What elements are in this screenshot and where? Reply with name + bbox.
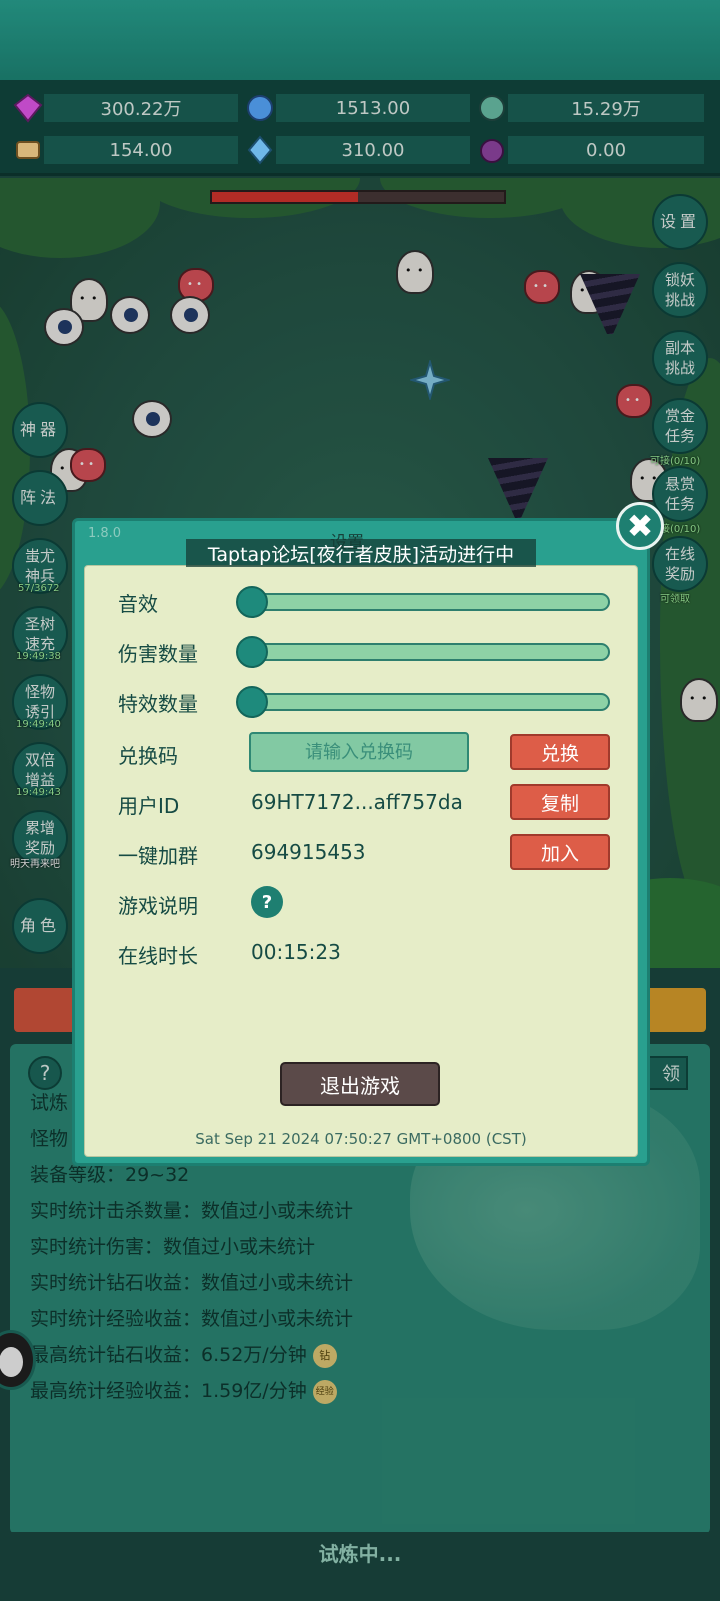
damage-slider-knob[interactable] — [236, 636, 268, 668]
effect-count-label: 特效数量 — [118, 692, 198, 716]
exit-game-button[interactable]: 退出游戏 — [280, 1062, 440, 1106]
join-button-label: 加入 — [540, 842, 579, 865]
potion-icon — [480, 139, 504, 163]
game-guide-help-icon[interactable]: ? — [251, 886, 283, 918]
event-banner: Taptap论坛[夜行者皮肤]活动进行中 — [186, 539, 536, 567]
damage-slider-track[interactable] — [250, 643, 610, 661]
online-time-value: 00:15:23 — [251, 940, 341, 964]
redeem-button[interactable]: 兑换 — [510, 734, 610, 770]
effect-count-slider[interactable] — [236, 686, 610, 718]
version-label: 1.8.0 — [88, 526, 122, 541]
user-id-value: 69HT7172...aff757da — [251, 790, 463, 814]
damage-count-label: 伤害数量 — [118, 642, 198, 666]
sound-slider-knob[interactable] — [236, 586, 268, 618]
online-time-label: 在线时长 — [118, 944, 198, 968]
redeem-code-label: 兑换码 — [118, 744, 178, 768]
join-group-label: 一键加群 — [118, 844, 198, 868]
redeem-button-label: 兑换 — [540, 742, 579, 765]
copy-button[interactable]: 复制 — [510, 784, 610, 820]
help-icon-glyph: ? — [261, 891, 273, 913]
sound-slider[interactable] — [236, 586, 610, 618]
copy-button-label: 复制 — [540, 792, 579, 815]
crystal-icon — [247, 95, 273, 121]
sound-label: 音效 — [118, 592, 158, 616]
close-button[interactable]: ✖ — [616, 502, 664, 550]
scroll-icon — [16, 141, 40, 159]
game-guide-label: 游戏说明 — [118, 894, 198, 918]
diamond-icon — [13, 93, 43, 123]
group-number-value: 694915453 — [251, 840, 366, 864]
datetime-text: Sat Sep 21 2024 07:50:27 GMT+0800 (CST) — [195, 1130, 527, 1148]
exit-game-label: 退出游戏 — [320, 1073, 400, 1098]
join-button[interactable]: 加入 — [510, 834, 610, 870]
user-id-label: 用户ID — [118, 794, 180, 818]
shard-icon — [247, 135, 273, 165]
redeem-code-input[interactable] — [249, 732, 469, 772]
sound-slider-track[interactable] — [250, 593, 610, 611]
effect-slider-knob[interactable] — [236, 686, 268, 718]
orb-icon — [479, 95, 505, 121]
damage-count-slider[interactable] — [236, 636, 610, 668]
event-banner-text: Taptap论坛[夜行者皮肤]活动进行中 — [207, 543, 515, 566]
close-icon: ✖ — [626, 507, 654, 545]
effect-slider-track[interactable] — [250, 693, 610, 711]
